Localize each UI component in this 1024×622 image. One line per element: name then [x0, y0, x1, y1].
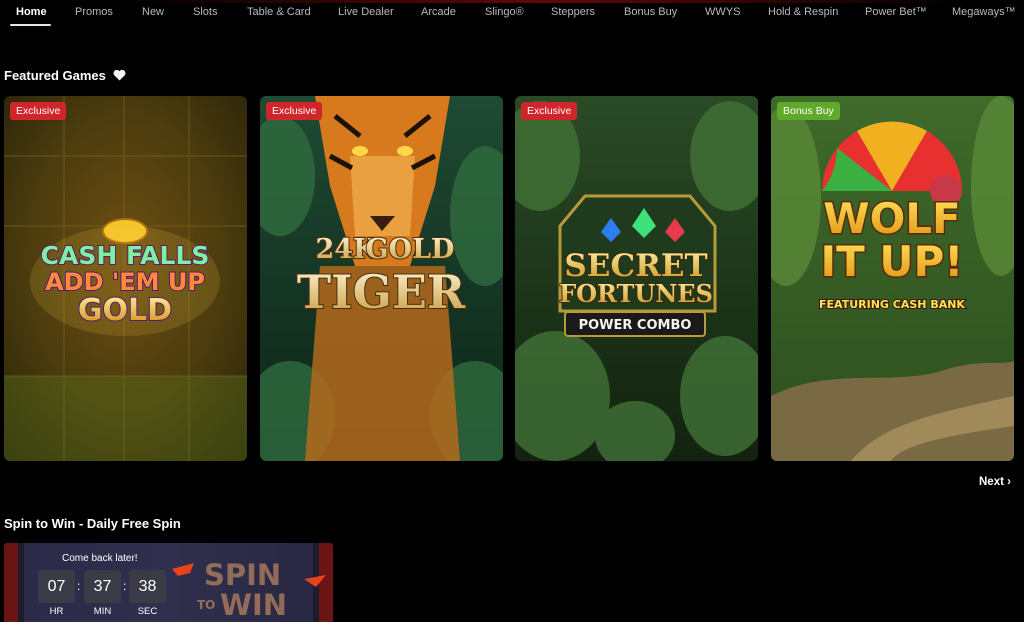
- exclusive-badge: Exclusive: [10, 102, 67, 120]
- next-label: Next: [979, 476, 1004, 488]
- spin-to-win-heading: Spin to Win - Daily Free Spin: [4, 516, 181, 531]
- tab-slingo[interactable]: Slingo®: [485, 6, 524, 18]
- game-art-wolf-it-up: WOLF IT UP! FEATURING CASH BANK: [771, 96, 1014, 461]
- exclusive-badge: Exclusive: [266, 102, 323, 120]
- logo-line-3: GOLD: [78, 293, 172, 328]
- tab-megaways[interactable]: Megaways™: [952, 6, 1016, 18]
- exclusive-badge: Exclusive: [521, 102, 578, 120]
- tab-promos[interactable]: Promos: [75, 6, 113, 18]
- game-card-secret-fortunes[interactable]: SECRET FORTUNES POWER COMBO Exclusive: [515, 96, 758, 461]
- tab-steppers[interactable]: Steppers: [551, 6, 595, 18]
- timer-minutes: 37: [84, 570, 121, 603]
- tab-new[interactable]: New: [142, 6, 164, 18]
- next-button[interactable]: Next ›: [979, 476, 1011, 488]
- heart-icon: [113, 69, 126, 84]
- logo-power-combo: POWER COMBO: [579, 318, 692, 333]
- timer-separator: :: [77, 579, 81, 593]
- timer-minutes-label: MIN: [93, 606, 112, 617]
- tab-home[interactable]: Home: [16, 6, 47, 18]
- spin-logo-to: TO: [197, 598, 215, 612]
- logo-tiger: TIGER: [297, 265, 466, 319]
- logo-wolf: WOLF: [823, 194, 960, 243]
- timer-separator: :: [123, 579, 127, 593]
- tab-slots[interactable]: Slots: [193, 6, 217, 18]
- tab-wwys[interactable]: WWYS: [705, 6, 740, 18]
- logo-it-up: IT UP!: [821, 237, 964, 286]
- timer-seconds: 38: [129, 570, 166, 603]
- logo-featuring-cash-bank: FEATURING CASH BANK: [819, 298, 965, 311]
- tab-live-dealer[interactable]: Live Dealer: [338, 6, 394, 18]
- game-art-cash-falls: CASH FALLS ADD 'EM UP GOLD: [4, 96, 247, 461]
- logo-fortunes: FORTUNES: [559, 279, 713, 308]
- timer-hours: 07: [38, 570, 75, 603]
- featured-games-heading: Featured Games: [4, 68, 126, 84]
- spin-to-win-banner[interactable]: SPIN TO WIN Come back later! 07 : 37 : 3…: [4, 543, 333, 622]
- game-art-secret-fortunes: SECRET FORTUNES POWER COMBO: [515, 96, 758, 461]
- spin-logo-spin: SPIN: [204, 558, 281, 592]
- bonus-buy-badge: Bonus Buy: [777, 102, 840, 120]
- logo-gold: GOLD: [366, 234, 455, 265]
- tab-arcade[interactable]: Arcade: [421, 6, 456, 18]
- game-art-24k-gold-tiger: 24K GOLD TIGER: [260, 96, 503, 461]
- game-card-wolf-it-up[interactable]: WOLF IT UP! FEATURING CASH BANK Bonus Bu…: [771, 96, 1014, 461]
- featured-games-title: Featured Games: [4, 68, 106, 83]
- tab-bonus-buy[interactable]: Bonus Buy: [624, 6, 677, 18]
- tab-hold-respin[interactable]: Hold & Respin: [768, 6, 838, 18]
- logo-line-2: ADD 'EM UP: [45, 268, 205, 296]
- spin-logo-win: WIN: [220, 588, 287, 622]
- timer-seconds-label: SEC: [137, 606, 158, 617]
- logo-line-1: CASH FALLS: [41, 241, 210, 270]
- game-card-cash-falls[interactable]: CASH FALLS ADD 'EM UP GOLD Exclusive: [4, 96, 247, 461]
- chevron-right-icon: ›: [1007, 476, 1011, 488]
- game-card-24k-gold-tiger[interactable]: 24K GOLD TIGER Exclusive: [260, 96, 503, 461]
- timer-hours-label: HR: [49, 606, 64, 617]
- category-nav: Home Promos New Slots Table & Card Live …: [0, 0, 1024, 26]
- tab-power-bet[interactable]: Power Bet™: [865, 6, 927, 18]
- tab-table-card[interactable]: Table & Card: [247, 6, 311, 18]
- nav-glow: [120, 0, 970, 3]
- come-back-message: Come back later!: [62, 553, 138, 564]
- active-tab-indicator: [10, 24, 51, 26]
